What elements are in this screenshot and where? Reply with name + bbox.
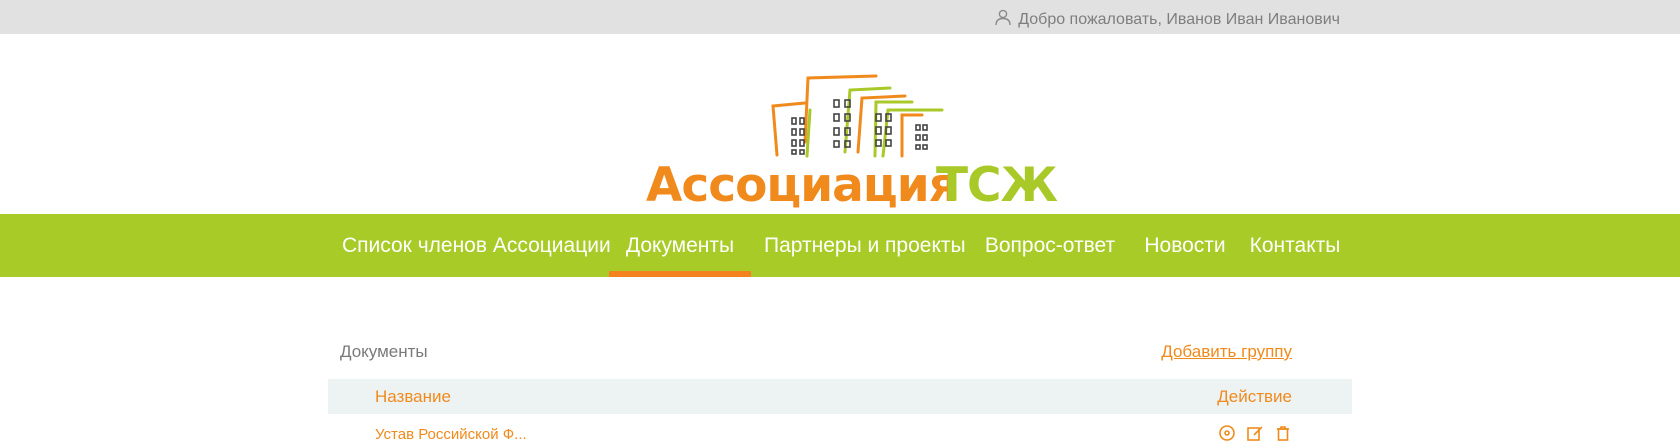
- table-row: Устав Российской Ф...: [328, 418, 1352, 448]
- view-icon[interactable]: [1218, 424, 1236, 442]
- nav-item-faq[interactable]: Вопрос-ответ: [983, 214, 1117, 277]
- user-icon: [994, 8, 1012, 31]
- site-header: Ассоциация ТСЖ: [0, 34, 1680, 214]
- welcome-message[interactable]: Добро пожаловать, Иванов Иван Иванович: [994, 8, 1340, 31]
- row-actions: [1218, 424, 1292, 442]
- section-title: Документы: [340, 342, 428, 361]
- delete-icon[interactable]: [1274, 424, 1292, 442]
- nav-item-documents[interactable]: Документы: [609, 214, 751, 277]
- association-logo[interactable]: Ассоциация ТСЖ: [640, 70, 1070, 220]
- logo-text-tszh: ТСЖ: [936, 158, 1058, 213]
- column-header-name[interactable]: Название: [375, 387, 451, 407]
- nav-item-news[interactable]: Новости: [1144, 214, 1226, 277]
- nav-item-partners[interactable]: Партнеры и проекты: [764, 214, 966, 277]
- top-bar: Добро пожаловать, Иванов Иван Иванович: [0, 0, 1680, 34]
- table-header: Название Действие: [328, 379, 1352, 414]
- document-name-link[interactable]: Устав Российской Ф...: [375, 426, 527, 443]
- welcome-text: Добро пожаловать, Иванов Иван Иванович: [1018, 10, 1340, 28]
- logo-text-association: Ассоциация: [646, 158, 959, 213]
- add-group-link[interactable]: Добавить группу: [1161, 342, 1292, 362]
- nav-item-members[interactable]: Список членов Ассоциации: [342, 214, 611, 277]
- edit-icon[interactable]: [1246, 424, 1264, 442]
- main-navigation: Список членов Ассоциации Документы Партн…: [0, 214, 1680, 277]
- column-header-action: Действие: [1217, 387, 1292, 406]
- nav-item-contacts[interactable]: Контакты: [1249, 214, 1341, 277]
